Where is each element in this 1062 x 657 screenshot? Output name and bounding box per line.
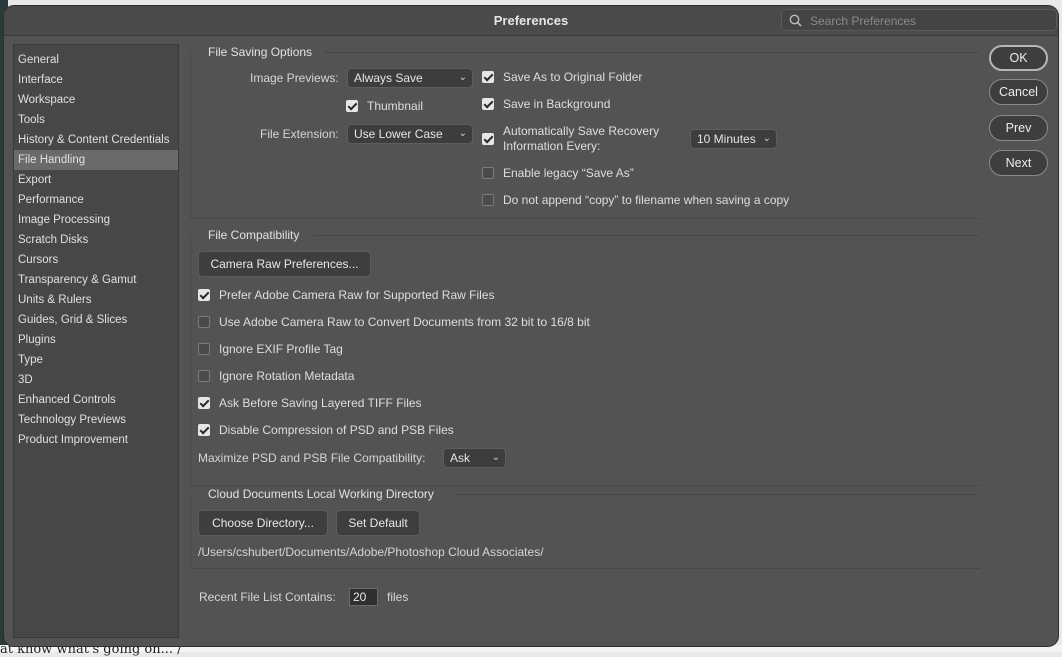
auto-save-label-line2: Information Every: [503,139,601,153]
sidebar-item-3d[interactable]: 3D [14,370,178,390]
legacy-save-as-label: Enable legacy “Save As” [503,166,634,180]
sidebar-item-product-improvement[interactable]: Product Improvement [14,430,178,450]
ignore-rotation-label: Ignore Rotation Metadata [219,369,355,383]
file-compat-divider [314,235,979,236]
cloud-docs-divider [456,494,979,495]
sidebar-item-general[interactable]: General [14,50,178,70]
file-saving-title: File Saving Options [208,45,313,59]
ask-tiff-label: Ask Before Saving Layered TIFF Files [219,396,422,410]
sidebar-item-scratch-disks[interactable]: Scratch Disks [14,230,178,250]
disable-compression-label: Disable Compression of PSD and PSB Files [219,423,454,437]
recent-files-label: Recent File List Contains: [199,590,336,604]
sidebar-item-type[interactable]: Type [14,350,178,370]
sidebar-item-guides[interactable]: Guides, Grid & Slices [14,310,178,330]
convert-32bit-checkbox[interactable] [198,316,210,328]
sidebar-item-image-processing[interactable]: Image Processing [14,210,178,230]
prefer-camera-raw-checkbox[interactable] [198,289,210,301]
search-input[interactable] [808,12,1052,30]
thumbnail-label: Thumbnail [367,99,424,113]
file-saving-divider [324,52,979,53]
cancel-button[interactable]: Cancel [989,79,1048,105]
sidebar-item-plugins[interactable]: Plugins [14,330,178,350]
maximize-compat-value: Ask [450,451,471,465]
auto-save-interval-select[interactable]: 10 Minutes ⌄ [690,129,777,149]
sidebar-item-units-rulers[interactable]: Units & Rulers [14,290,178,310]
disable-compression-checkbox[interactable] [198,424,210,436]
maximize-compat-select[interactable]: Ask ⌄ [443,448,506,468]
thumbnail-checkbox[interactable] [346,100,358,112]
sidebar-item-cursors[interactable]: Cursors [14,250,178,270]
sidebar-item-file-handling[interactable]: File Handling [14,150,178,170]
file-extension-label: File Extension: [260,127,339,141]
maximize-compat-label: Maximize PSD and PSB File Compatibility: [198,451,426,465]
chevron-down-icon: ⌄ [491,452,500,463]
chevron-down-icon: ⌄ [458,128,467,139]
save-background-checkbox[interactable] [482,98,494,110]
sidebar-item-transparency[interactable]: Transparency & Gamut [14,270,178,290]
image-previews-value: Always Save [354,71,423,85]
no-copy-label: Do not append “copy” to filename when sa… [503,193,790,207]
sidebar-item-technology-previews[interactable]: Technology Previews [14,410,178,430]
no-copy-checkbox[interactable] [482,194,494,206]
auto-save-interval-value: 10 Minutes [697,132,756,146]
sidebar-item-interface[interactable]: Interface [14,70,178,90]
search-icon [789,14,802,27]
ok-button[interactable]: OK [989,45,1048,71]
category-sidebar: General Interface Workspace Tools Histor… [13,44,179,638]
set-default-button[interactable]: Set Default [336,510,420,536]
recent-files-input[interactable]: 20 [349,588,378,606]
recent-files-suffix: files [387,590,409,604]
image-previews-select[interactable]: Always Save ⌄ [347,68,473,88]
next-button[interactable]: Next [989,150,1048,176]
save-background-label: Save in Background [503,97,611,111]
choose-directory-button[interactable]: Choose Directory... [198,510,328,536]
prefer-camera-raw-label: Prefer Adobe Camera Raw for Supported Ra… [219,288,495,302]
ignore-exif-checkbox[interactable] [198,343,210,355]
cloud-docs-title: Cloud Documents Local Working Directory [208,487,434,501]
sidebar-item-export[interactable]: Export [14,170,178,190]
sidebar-item-enhanced-controls[interactable]: Enhanced Controls [14,390,178,410]
title-bar: Preferences [4,6,1058,36]
file-extension-select[interactable]: Use Lower Case ⌄ [347,124,473,144]
image-previews-label: Image Previews: [250,71,339,85]
sidebar-item-history[interactable]: History & Content Credentials [14,130,178,150]
save-as-original-checkbox[interactable] [482,71,494,83]
save-as-original-label: Save As to Original Folder [503,70,643,84]
preferences-dialog: Preferences General Interface Workspace … [4,6,1058,646]
camera-raw-preferences-button[interactable]: Camera Raw Preferences... [198,251,371,277]
sidebar-item-tools[interactable]: Tools [14,110,178,130]
ignore-rotation-checkbox[interactable] [198,370,210,382]
ask-tiff-checkbox[interactable] [198,397,210,409]
chevron-down-icon: ⌄ [458,72,467,83]
cloud-directory-path: /Users/cshubert/Documents/Adobe/Photosho… [198,545,544,559]
convert-32bit-label: Use Adobe Camera Raw to Convert Document… [219,315,590,329]
search-box[interactable] [781,9,1057,31]
legacy-save-as-checkbox[interactable] [482,167,494,179]
chevron-down-icon: ⌄ [762,133,771,144]
sidebar-item-workspace[interactable]: Workspace [14,90,178,110]
file-extension-value: Use Lower Case [354,127,443,141]
prev-button[interactable]: Prev [989,115,1048,141]
ignore-exif-label: Ignore EXIF Profile Tag [219,342,343,356]
auto-save-checkbox[interactable] [482,133,494,145]
file-compat-title: File Compatibility [208,228,300,242]
sidebar-item-performance[interactable]: Performance [14,190,178,210]
auto-save-label-line1: Automatically Save Recovery [503,124,660,138]
